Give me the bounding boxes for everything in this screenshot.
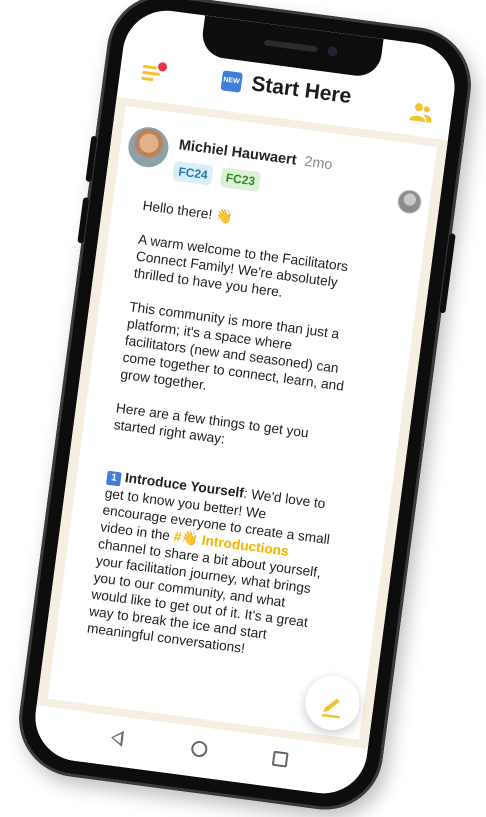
recent-apps-icon[interactable] xyxy=(271,750,289,768)
number-one-icon: 1 xyxy=(106,470,122,487)
reader-avatar[interactable] xyxy=(396,188,424,216)
paragraph: A warm welcome to the Facilitators Conne… xyxy=(132,231,349,300)
new-badge-icon: NEW xyxy=(220,70,243,93)
post-body: Hello there! 👋 A warm welcome to the Fac… xyxy=(84,197,372,683)
phone-frame: NEW Start Here Michiel Hauwaert 2mo FC24… xyxy=(12,0,478,817)
members-icon[interactable] xyxy=(408,101,434,124)
camera xyxy=(326,45,339,58)
paragraph: This community is more than just a platf… xyxy=(119,299,345,394)
intro-item: 1 Introduce Yourself: We'd love to get to… xyxy=(86,467,336,667)
tag-fc24[interactable]: FC24 xyxy=(172,160,214,186)
paragraph: Here are a few things to get you started… xyxy=(112,400,310,447)
back-icon[interactable] xyxy=(110,729,125,747)
pencil-icon xyxy=(321,698,340,719)
avatar[interactable] xyxy=(125,124,171,170)
page-title-text: Start Here xyxy=(250,72,353,109)
compose-button[interactable] xyxy=(302,672,363,734)
screen: NEW Start Here Michiel Hauwaert 2mo FC24… xyxy=(30,5,460,799)
speaker xyxy=(263,39,319,53)
tag-list: FC24 FC23 xyxy=(172,160,265,193)
tag-fc23[interactable]: FC23 xyxy=(219,167,262,192)
home-icon[interactable] xyxy=(190,740,209,758)
post-time: 2mo xyxy=(303,153,334,174)
